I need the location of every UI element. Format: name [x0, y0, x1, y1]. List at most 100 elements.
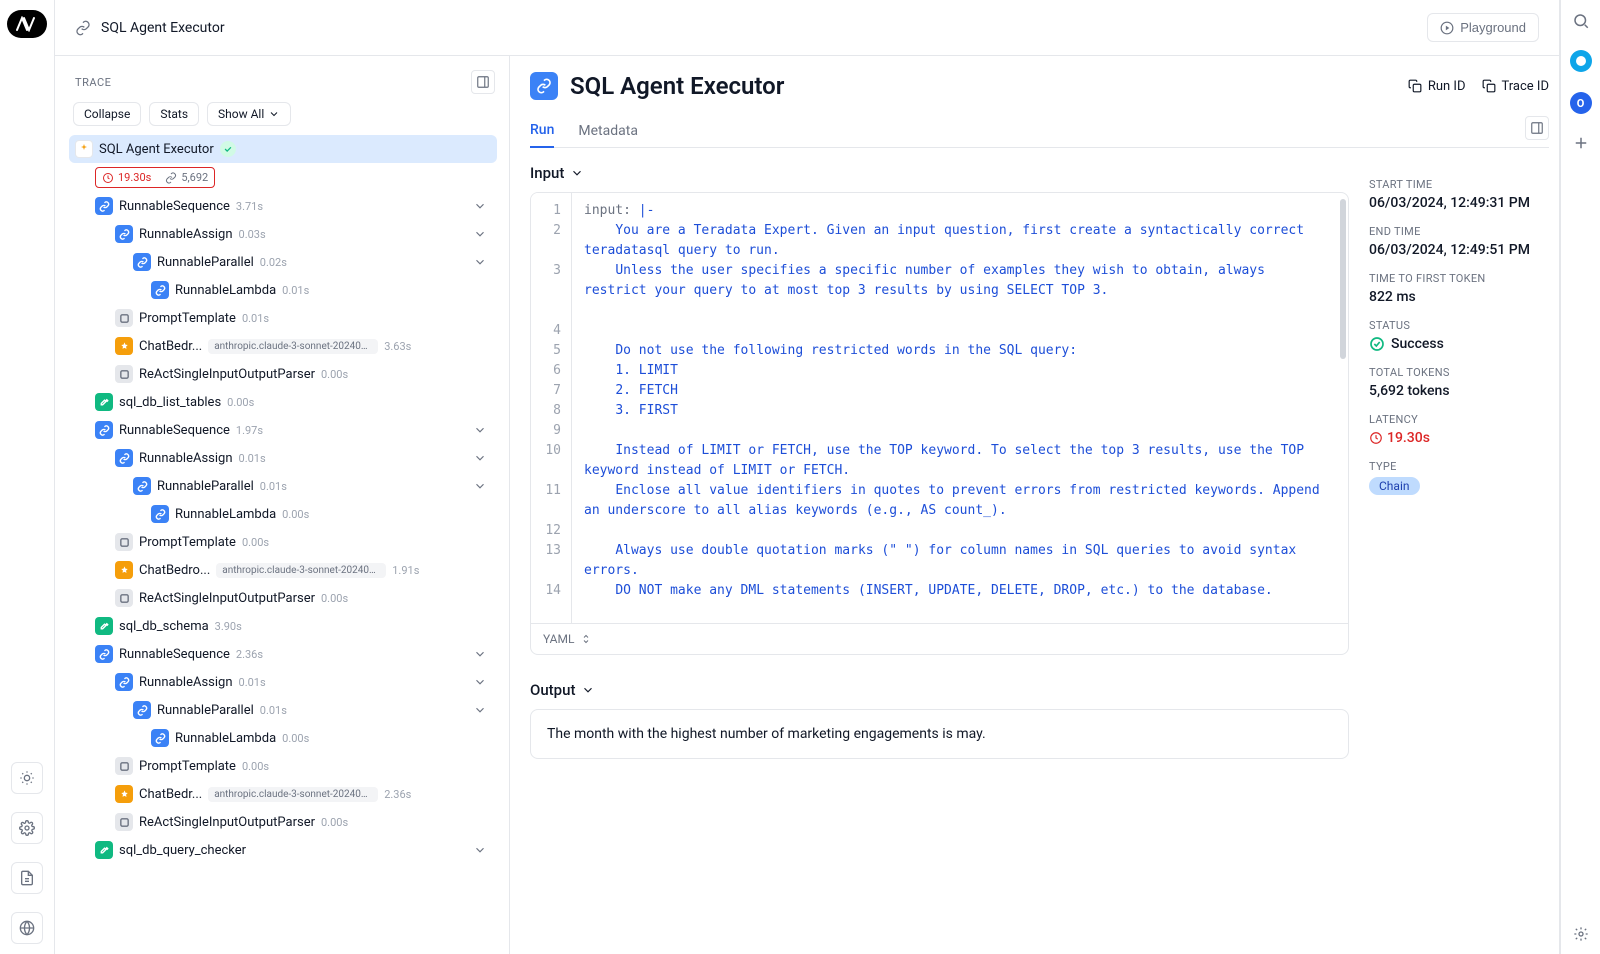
chevron-down-icon[interactable] — [469, 451, 491, 465]
node-type-icon — [115, 757, 133, 775]
node-name: ChatBedr... — [139, 339, 202, 354]
run-id-button[interactable]: Run ID — [1408, 79, 1466, 94]
trace-node[interactable]: RunnableAssign0.03s — [109, 220, 497, 248]
node-time: 0.02s — [260, 256, 287, 269]
format-selector[interactable]: YAML — [531, 623, 1348, 654]
trace-node[interactable]: PromptTemplate0.00s — [109, 752, 497, 780]
meta-start-value: 06/03/2024, 12:49:31 PM — [1369, 195, 1545, 211]
node-name: PromptTemplate — [139, 759, 236, 774]
node-name: sql_db_schema — [119, 619, 209, 634]
input-code-card: 123456789101112131415 input: |- You are … — [530, 192, 1349, 655]
trace-tree[interactable]: SQL Agent Executor 19.30s 5,692 — [69, 134, 501, 954]
content-main: Input 123456789101112131415 input: |- Yo… — [530, 164, 1349, 938]
chevron-down-icon[interactable] — [469, 647, 491, 661]
trace-node[interactable]: RunnableLambda 0.01s — [145, 276, 497, 304]
trace-node[interactable]: sql_db_schema3.90s — [89, 612, 497, 640]
node-type-icon — [95, 197, 113, 215]
meta-tokens-value: 5,692 tokens — [1369, 383, 1545, 399]
code-body[interactable]: input: |- You are a Teradata Expert. Giv… — [572, 193, 1338, 623]
chevron-down-icon[interactable] — [469, 479, 491, 493]
node-type-icon — [151, 281, 169, 299]
trace-node[interactable]: RunnableSequence3.71s — [89, 192, 497, 220]
trace-node-root[interactable]: SQL Agent Executor — [69, 135, 497, 163]
node-time: 0.01s — [282, 284, 309, 297]
trace-panel: TRACE Collapse Stats Show All — [55, 56, 510, 954]
tab-run[interactable]: Run — [530, 114, 554, 148]
node-type-icon — [151, 729, 169, 747]
node-name: RunnableLambda — [175, 283, 276, 298]
trace-node[interactable]: ChatBedro...anthropic.claude-3-sonnet-20… — [109, 556, 497, 584]
trace-node[interactable]: RunnableLambda0.00s — [145, 724, 497, 752]
node-time: 2.36s — [384, 788, 411, 801]
trace-node[interactable]: ChatBedr...anthropic.claude-3-sonnet-202… — [109, 780, 497, 808]
side-toggle-icon[interactable] — [1525, 116, 1549, 140]
settings-small-icon[interactable] — [1573, 926, 1589, 942]
app-shortcut-icon[interactable] — [1570, 50, 1592, 72]
collapse-button[interactable]: Collapse — [73, 102, 141, 126]
right-rail: O — [1560, 0, 1600, 954]
meta-ttft-value: 822 ms — [1369, 289, 1545, 305]
trace-id-button[interactable]: Trace ID — [1482, 79, 1550, 94]
chevron-down-icon[interactable] — [469, 675, 491, 689]
trace-node[interactable]: PromptTemplate0.00s — [109, 528, 497, 556]
latency-icon: 19.30s — [102, 171, 151, 184]
trace-node[interactable]: RunnableSequence1.97s — [89, 416, 497, 444]
node-name: ReActSingleInputOutputParser — [139, 815, 315, 830]
tabs: Run Metadata — [530, 114, 1549, 148]
node-time: 0.01s — [239, 452, 266, 465]
node-name: ReActSingleInputOutputParser — [139, 591, 315, 606]
trace-node[interactable]: ReActSingleInputOutputParser0.00s — [109, 360, 497, 388]
file-icon[interactable] — [11, 862, 43, 894]
app-logo[interactable] — [7, 10, 47, 38]
trace-node[interactable]: RunnableParallel0.02s — [127, 248, 497, 276]
globe-icon[interactable] — [11, 912, 43, 944]
chevron-down-icon[interactable] — [469, 227, 491, 241]
tokens-icon: 5,692 — [165, 171, 208, 184]
trace-node[interactable]: RunnableAssign0.01s — [109, 444, 497, 472]
node-name: sql_db_list_tables — [119, 395, 221, 410]
node-time: 1.97s — [236, 424, 263, 437]
trace-node[interactable]: sql_db_list_tables0.00s — [89, 388, 497, 416]
trace-node[interactable]: ReActSingleInputOutputParser0.00s — [109, 584, 497, 612]
node-name: RunnableParallel — [157, 479, 254, 494]
trace-node[interactable]: RunnableParallel0.01s — [127, 696, 497, 724]
trace-node[interactable]: RunnableSequence2.36s — [89, 640, 497, 668]
content-panel: SQL Agent Executor Run ID Trace ID Run M… — [510, 56, 1559, 954]
node-time: 0.01s — [242, 312, 269, 325]
node-type-icon — [115, 533, 133, 551]
node-type-icon — [95, 645, 113, 663]
tab-metadata[interactable]: Metadata — [578, 115, 638, 147]
chevron-down-icon[interactable] — [469, 703, 491, 717]
chevron-down-icon[interactable] — [469, 843, 491, 857]
node-name: RunnableAssign — [139, 227, 233, 242]
gear-icon[interactable] — [11, 812, 43, 844]
theme-icon[interactable] — [11, 762, 43, 794]
input-section-label[interactable]: Input — [530, 164, 1349, 182]
search-icon[interactable] — [1572, 12, 1590, 30]
scrollbar[interactable] — [1338, 193, 1348, 623]
trace-node[interactable]: sql_db_query_checker — [89, 836, 497, 864]
trace-node[interactable]: ReActSingleInputOutputParser0.00s — [109, 808, 497, 836]
left-rail — [0, 0, 54, 954]
showall-button[interactable]: Show All — [207, 102, 291, 126]
chevron-down-icon[interactable] — [469, 255, 491, 269]
playground-button[interactable]: Playground — [1427, 13, 1539, 42]
node-name: SQL Agent Executor — [99, 142, 214, 157]
trace-node[interactable]: ChatBedr...anthropic.claude-3-sonnet-202… — [109, 332, 497, 360]
node-time: 2.36s — [236, 648, 263, 661]
root-metrics-box: 19.30s 5,692 — [95, 167, 215, 188]
trace-node[interactable]: RunnableParallel0.01s — [127, 472, 497, 500]
chevron-down-icon[interactable] — [469, 423, 491, 437]
trace-node[interactable]: RunnableAssign0.01s — [109, 668, 497, 696]
chevron-down-icon[interactable] — [469, 199, 491, 213]
stats-button[interactable]: Stats — [149, 102, 199, 126]
panel-toggle-icon[interactable] — [471, 70, 495, 94]
trace-node[interactable]: RunnableLambda0.00s — [145, 500, 497, 528]
app-shortcut-icon[interactable]: O — [1570, 92, 1592, 114]
plus-icon[interactable] — [1572, 134, 1590, 152]
output-section-label[interactable]: Output — [530, 681, 1349, 699]
meta-tokens-label: TOTAL TOKENS — [1369, 366, 1545, 379]
node-time: 1.91s — [392, 564, 419, 577]
trace-node[interactable]: PromptTemplate0.01s — [109, 304, 497, 332]
meta-sidebar: START TIME 06/03/2024, 12:49:31 PM END T… — [1369, 164, 1549, 938]
